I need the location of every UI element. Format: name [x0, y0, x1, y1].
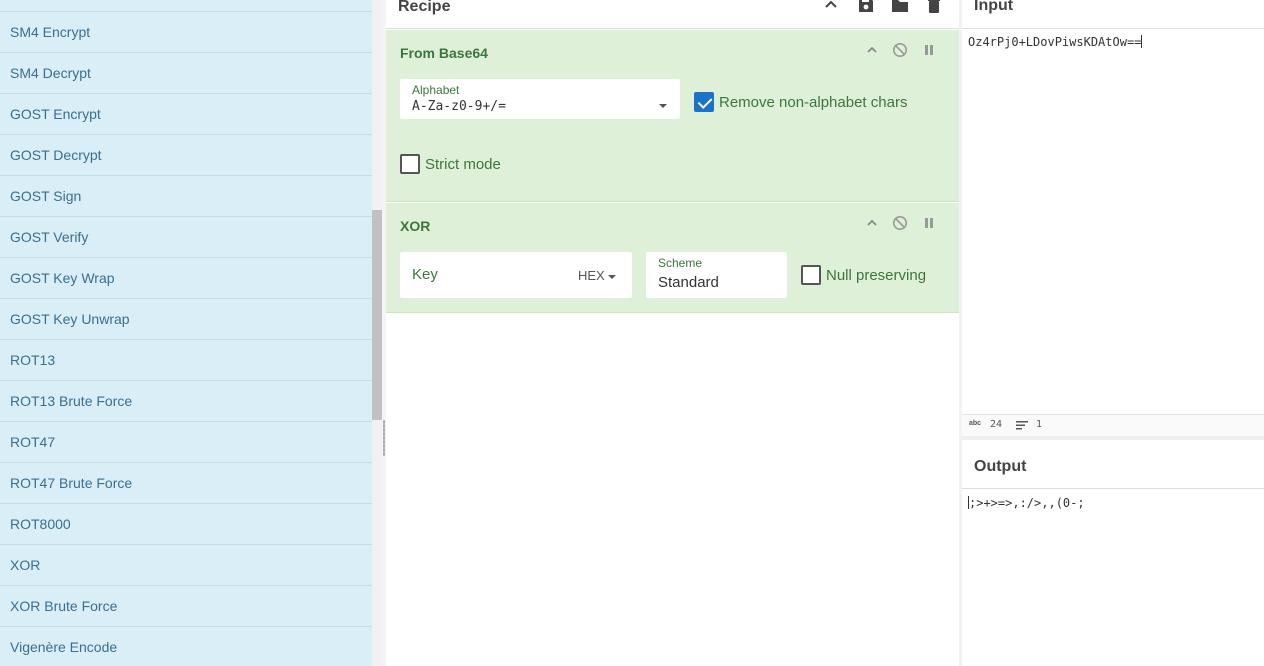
- caret-down-icon: [608, 268, 617, 283]
- operation-item[interactable]: ROT47: [0, 422, 372, 463]
- recipe-op-from-base64: From Base64 Alphabet A-Za-z0-9+/= Remove…: [386, 30, 959, 202]
- input-header: Input: [962, 0, 1264, 29]
- scheme-select[interactable]: Scheme Standard: [646, 252, 787, 298]
- recipe-title: Recipe: [398, 0, 451, 15]
- operation-item[interactable]: SM4 Encrypt: [0, 12, 372, 53]
- io-panel: Input Oz4rPj0+LDovPiwsKDAtOw== abc 24 1 …: [962, 0, 1264, 666]
- gutter-grip-icon: [383, 420, 385, 456]
- line-count: 1: [1036, 419, 1043, 430]
- char-count-icon: abc: [969, 420, 982, 427]
- pause-icon[interactable]: [921, 216, 937, 232]
- operation-item[interactable]: SM4 Decrypt: [0, 53, 372, 94]
- operation-item[interactable]: XOR: [0, 545, 372, 586]
- folder-icon[interactable]: [891, 0, 909, 14]
- operation-item[interactable]: ROT13: [0, 340, 372, 381]
- operation-item[interactable]: XOR Brute Force: [0, 586, 372, 627]
- operation-item[interactable]: Vigenère Encode: [0, 627, 372, 666]
- operation-item[interactable]: GOST Decrypt: [0, 135, 372, 176]
- input-title: Input: [974, 0, 1014, 14]
- alphabet-label: Alphabet: [412, 83, 460, 97]
- output-text: ;>+>=>,:/>,,(0-;: [969, 496, 1085, 510]
- null-preserving-label: Null preserving: [826, 267, 927, 284]
- key-format-dropdown[interactable]: HEX: [578, 268, 617, 283]
- operations-panel: SM4 Encrypt SM4 Decrypt GOST Encrypt GOS…: [0, 0, 372, 666]
- op-title: From Base64: [400, 45, 488, 61]
- pause-icon[interactable]: [921, 43, 937, 59]
- operation-item[interactable]: ROT8000: [0, 504, 372, 545]
- scheme-label: Scheme: [658, 256, 703, 270]
- output-title: Output: [974, 458, 1027, 475]
- recipe-header: Recipe: [386, 0, 959, 29]
- remove-nonalpha-checkbox[interactable]: [694, 92, 714, 112]
- chevron-up-icon[interactable]: [864, 216, 880, 232]
- alphabet-select[interactable]: Alphabet A-Za-z0-9+/=: [400, 79, 680, 119]
- operation-item[interactable]: GOST Verify: [0, 217, 372, 258]
- disable-icon[interactable]: [892, 42, 908, 61]
- output-textarea[interactable]: ;>+>=>,:/>,,(0-;: [968, 496, 1085, 510]
- strict-mode-label: Strict mode: [425, 156, 501, 173]
- scheme-value: Standard: [658, 274, 719, 291]
- output-header: Output: [962, 440, 1264, 489]
- remove-nonalpha-label: Remove non-alphabet chars: [719, 94, 908, 111]
- key-placeholder: Key: [412, 266, 438, 283]
- operation-item[interactable]: GOST Key Wrap: [0, 258, 372, 299]
- recipe-panel: Recipe From Base64 Alphabet A-Za-z0-9+/=: [386, 0, 959, 666]
- null-preserving-checkbox[interactable]: [801, 265, 821, 285]
- recipe-op-xor: XOR Key HEX Scheme Standard Null preserv…: [386, 203, 959, 313]
- operation-item[interactable]: ROT13 Brute Force: [0, 381, 372, 422]
- char-count: 24: [990, 419, 1003, 430]
- input-text: Oz4rPj0+LDovPiwsKDAtOw==: [968, 35, 1142, 49]
- operation-item[interactable]: ROT47 Brute Force: [0, 463, 372, 504]
- chevron-up-icon[interactable]: [864, 43, 880, 59]
- chevron-up-icon[interactable]: [823, 0, 839, 14]
- operation-item[interactable]: GOST Sign: [0, 176, 372, 217]
- operations-list: SM4 Encrypt SM4 Decrypt GOST Encrypt GOS…: [0, 12, 372, 666]
- operation-item[interactable]: GOST Key Unwrap: [0, 299, 372, 340]
- input-status-bar: abc 24 1: [962, 414, 1264, 436]
- trash-icon[interactable]: [927, 0, 941, 14]
- operations-scrollbar-thumb[interactable]: [372, 210, 382, 420]
- input-textarea[interactable]: Oz4rPj0+LDovPiwsKDAtOw==: [968, 35, 1143, 49]
- xor-key-input[interactable]: Key HEX: [400, 252, 632, 298]
- line-count-icon: [1016, 420, 1028, 433]
- key-format-value: HEX: [578, 268, 605, 283]
- strict-mode-checkbox[interactable]: [400, 154, 420, 174]
- operation-item[interactable]: GOST Encrypt: [0, 94, 372, 135]
- save-icon[interactable]: [857, 0, 875, 14]
- alphabet-value: A-Za-z0-9+/=: [412, 99, 506, 114]
- operations-list-top: [0, 0, 372, 12]
- caret-down-icon: [658, 96, 668, 114]
- disable-icon[interactable]: [892, 215, 908, 234]
- op-title: XOR: [400, 218, 431, 234]
- text-cursor: [1141, 35, 1143, 48]
